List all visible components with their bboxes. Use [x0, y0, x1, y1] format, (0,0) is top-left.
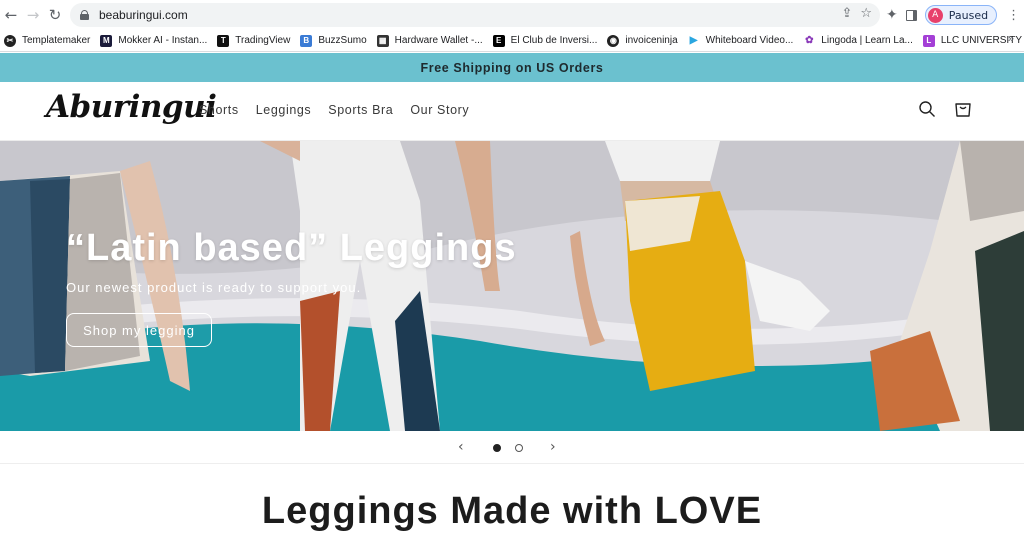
avatar: A: [927, 7, 943, 23]
announcement-bar: Free Shipping on US Orders: [0, 53, 1024, 82]
chevron-left-icon[interactable]: ‹: [458, 439, 464, 455]
scissors-icon: ✂: [4, 34, 16, 47]
back-icon[interactable]: ←: [0, 4, 22, 26]
menu-kebab-icon[interactable]: ⋮: [1007, 8, 1020, 23]
shop-legging-button[interactable]: Shop my legging: [66, 313, 212, 347]
section-heading: Leggings Made with LOVE: [261, 490, 763, 532]
buzzsumo-icon: B: [300, 34, 313, 47]
mokker-icon: M: [100, 34, 113, 47]
llc-icon: L: [922, 34, 935, 47]
menu-item-shorts[interactable]: Shorts: [199, 103, 239, 117]
lock-icon: [80, 10, 89, 20]
browser-toolbar: ← → ↻ beaburingui.com ⇪ ☆ ✦ A Paused ⋮: [0, 0, 1024, 30]
ledger-icon: ▦: [376, 34, 389, 47]
bookmark-templatemaker[interactable]: ✂ Templatemaker: [0, 30, 96, 52]
bookmark-lingoda[interactable]: ✿ Lingoda | Learn La...: [799, 30, 919, 52]
hero-banner: “Latin based” Leggings Our newest produc…: [0, 141, 1024, 431]
site-header: Aburingui Shorts Leggings Sports Bra Our…: [0, 82, 1024, 141]
profile-status: Paused: [948, 8, 989, 22]
bookmarks-overflow-icon[interactable]: »: [1008, 33, 1014, 45]
bookmark-buzzsumo[interactable]: B BuzzSumo: [296, 30, 372, 52]
main-menu: Shorts Leggings Sports Bra Our Story: [199, 103, 469, 117]
tradingview-icon: T: [217, 34, 230, 47]
side-panel-icon[interactable]: [905, 9, 917, 21]
share-icon[interactable]: ⇪: [841, 6, 852, 21]
slide-dot-1[interactable]: [493, 444, 501, 452]
site-logo[interactable]: Aburingui: [46, 89, 217, 125]
bookmark-mokker[interactable]: M Mokker AI - Instan...: [96, 30, 213, 52]
hero-title: “Latin based” Leggings: [66, 227, 517, 269]
bookmark-star-icon[interactable]: ☆: [860, 6, 872, 21]
url-text[interactable]: beaburingui.com: [99, 8, 188, 22]
menu-item-sports-bra[interactable]: Sports Bra: [328, 103, 393, 117]
address-bar[interactable]: beaburingui.com ⇪ ☆: [70, 3, 880, 27]
play-icon: ▶: [687, 34, 700, 47]
bookmark-hardware-wallet[interactable]: ▦ Hardware Wallet -...: [373, 30, 489, 52]
forward-icon[interactable]: →: [22, 4, 44, 26]
extensions-icon[interactable]: ✦: [886, 7, 898, 23]
announcement-text: Free Shipping on US Orders: [420, 60, 604, 75]
lingoda-icon: ✿: [803, 34, 816, 47]
bookmark-tradingview[interactable]: T TradingView: [213, 30, 296, 52]
bookmark-club[interactable]: E El Club de Inversi...: [489, 30, 604, 52]
bookmark-invoiceninja[interactable]: ◉ invoiceninja: [603, 30, 683, 52]
invoiceninja-icon: ◉: [607, 34, 620, 47]
cart-icon[interactable]: [954, 100, 972, 118]
slide-dot-2[interactable]: [515, 444, 523, 452]
hero-subtitle: Our newest product is ready to support y…: [66, 280, 362, 295]
bookmark-whiteboard[interactable]: ▶ Whiteboard Video...: [684, 30, 800, 52]
menu-item-our-story[interactable]: Our Story: [410, 103, 469, 117]
menu-item-leggings[interactable]: Leggings: [256, 103, 312, 117]
club-icon: E: [492, 34, 505, 47]
slider-controls: ‹ ›: [0, 431, 1024, 464]
chevron-right-icon[interactable]: ›: [550, 439, 556, 455]
search-icon[interactable]: [918, 100, 936, 118]
bookmarks-bar: ✂ Templatemaker M Mokker AI - Instan... TT…: [0, 30, 1024, 52]
reload-icon[interactable]: ↻: [44, 4, 66, 26]
profile-button[interactable]: A Paused: [924, 5, 998, 25]
